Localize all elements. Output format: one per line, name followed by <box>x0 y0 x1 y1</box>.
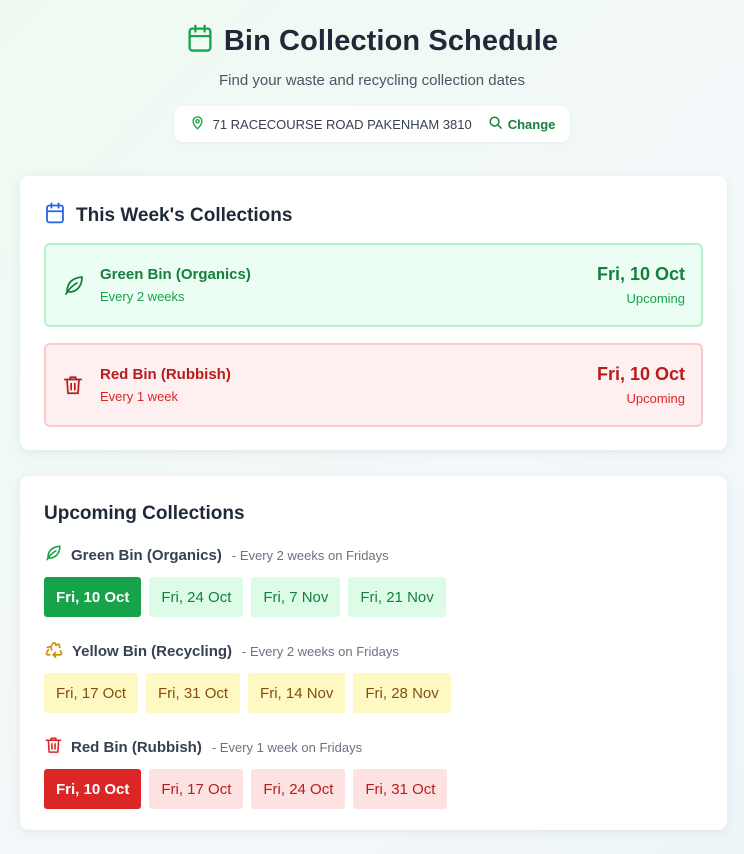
date-chip[interactable]: Fri, 24 Oct <box>149 577 244 617</box>
bin-frequency: Every 1 week <box>100 389 179 404</box>
bin-name: Green Bin (Organics) <box>100 266 251 283</box>
date-chip[interactable]: Fri, 17 Oct <box>44 673 139 713</box>
leaf-icon <box>62 273 88 297</box>
schedule-bin-name: Yellow Bin (Recycling) <box>72 642 233 660</box>
date-chip[interactable]: Fri, 24 Oct <box>251 769 346 809</box>
date-chip[interactable]: Fri, 21 Nov <box>348 577 446 617</box>
bin-info: Red Bin (Rubbish) Every 1 week <box>100 366 597 404</box>
bin-date-block: Fri, 10 Oct Upcoming <box>597 264 685 306</box>
date-chip[interactable]: Fri, 17 Oct <box>149 769 244 809</box>
green-bin-schedule: Green Bin (Organics) - Every 2 weeks on … <box>44 545 446 617</box>
upcoming-heading: Upcoming Collections <box>44 503 245 525</box>
leaf-icon <box>44 543 63 567</box>
calendar-icon <box>186 24 214 59</box>
green-bin-this-week: Green Bin (Organics) Every 2 weeks Fri, … <box>44 243 703 327</box>
page-title: Bin Collection Schedule <box>223 25 559 57</box>
section-title: This Week's Collections <box>76 205 293 226</box>
schedule-header: Red Bin (Rubbish) - Every 1 week on Frid… <box>44 735 447 760</box>
date-chip[interactable]: Fri, 28 Nov <box>353 673 451 713</box>
schedule-bin-name: Green Bin (Organics) <box>71 546 222 564</box>
trash-icon <box>62 373 88 397</box>
date-chips: Fri, 10 Oct Fri, 17 Oct Fri, 24 Oct Fri,… <box>44 769 448 809</box>
date-chip[interactable]: Fri, 10 Oct <box>44 769 142 809</box>
bin-info: Green Bin (Organics) Every 2 weeks <box>100 266 597 304</box>
page-header: Bin Collection Schedule Find your waste … <box>0 0 744 142</box>
schedule-frequency: - Every 1 week on Fridays <box>211 739 363 755</box>
bin-name: Red Bin (Rubbish) <box>100 366 231 383</box>
bin-date: Fri, 10 Oct <box>596 264 685 284</box>
section-title: Upcoming Collections <box>44 503 245 524</box>
date-chips: Fri, 17 Oct Fri, 31 Oct Fri, 14 Nov Fri,… <box>44 673 451 713</box>
address-text: 71 RACECOURSE ROAD PAKENHAM 3810 <box>212 116 472 132</box>
date-chip[interactable]: Fri, 31 Oct <box>146 673 241 713</box>
date-chip[interactable]: Fri, 31 Oct <box>353 769 448 809</box>
this-week-card: This Week's Collections Green Bin (Organ… <box>20 176 727 450</box>
bin-frequency: Every 2 weeks <box>100 289 185 304</box>
change-label: Change <box>507 116 556 132</box>
title-row: Bin Collection Schedule <box>0 24 744 59</box>
date-chip[interactable]: Fri, 7 Nov <box>251 577 341 617</box>
page-subtitle: Find your waste and recycling collection… <box>219 72 525 89</box>
upcoming-card: Upcoming Collections Green Bin (Organics… <box>20 476 727 830</box>
trash-icon <box>44 735 63 760</box>
bin-status: Upcoming <box>626 291 685 306</box>
schedule-header: Green Bin (Organics) - Every 2 weeks on … <box>44 545 446 565</box>
date-chip[interactable]: Fri, 10 Oct <box>44 577 142 617</box>
schedule-frequency: - Every 2 weeks on Fridays <box>242 643 399 659</box>
schedule-bin-name: Red Bin (Rubbish) <box>71 738 202 756</box>
date-chip[interactable]: Fri, 14 Nov <box>248 673 346 713</box>
schedule-frequency: - Every 2 weeks on Fridays <box>231 547 389 563</box>
page: Bin Collection Schedule Find your waste … <box>0 0 744 854</box>
yellow-bin-schedule: Yellow Bin (Recycling) - Every 2 weeks o… <box>44 641 451 713</box>
address-bar: 71 RACECOURSE ROAD PAKENHAM 3810 Change <box>173 106 571 142</box>
bin-date: Fri, 10 Oct <box>596 364 685 384</box>
calendar-icon <box>44 202 66 230</box>
map-pin-icon <box>190 115 205 133</box>
red-bin-schedule: Red Bin (Rubbish) - Every 1 week on Frid… <box>44 735 448 809</box>
bin-date-block: Fri, 10 Oct Upcoming <box>597 364 685 406</box>
change-address-button[interactable]: Change <box>488 115 556 133</box>
this-week-heading: This Week's Collections <box>44 202 292 230</box>
schedule-header: Yellow Bin (Recycling) - Every 2 weeks o… <box>44 641 451 661</box>
bin-status: Upcoming <box>626 391 685 406</box>
search-icon <box>488 115 503 133</box>
red-bin-this-week: Red Bin (Rubbish) Every 1 week Fri, 10 O… <box>44 343 703 427</box>
date-chips: Fri, 10 Oct Fri, 24 Oct Fri, 7 Nov Fri, … <box>44 577 446 617</box>
recycle-icon <box>44 639 64 664</box>
